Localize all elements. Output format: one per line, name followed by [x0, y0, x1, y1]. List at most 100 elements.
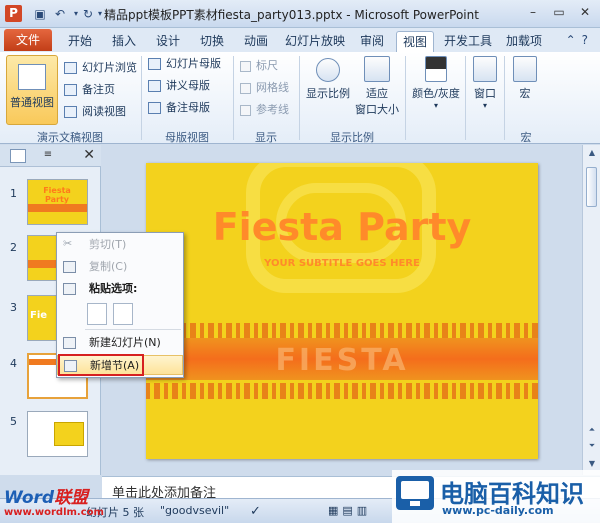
scrollbar-thumb[interactable]: [586, 167, 597, 207]
slide-master-button[interactable]: 幻灯片母版: [146, 56, 221, 72]
title-bar: P ▣ ↶ ▾ ↻ ▾ 精品ppt模板PPT素材fiesta_party013.…: [0, 0, 600, 28]
paste-keep-format-icon[interactable]: [87, 303, 107, 325]
notes-page-button[interactable]: 备注页: [62, 82, 115, 98]
outline-tab-icon[interactable]: ≡: [40, 149, 56, 163]
slide-subtitle[interactable]: YOUR SUBTITLE GOES HERE: [146, 258, 538, 269]
tab-addins[interactable]: 加载项: [502, 31, 546, 52]
ribbon-controls: ⌃?: [566, 33, 594, 47]
window-title: 精品ppt模板PPT素材fiesta_party013.pptx - Micro…: [104, 8, 479, 22]
zoom-button[interactable]: 显示比例: [304, 56, 352, 101]
ruler-checkbox-box: [240, 61, 251, 72]
watermark-wordlm-text: Word联盟: [4, 483, 88, 508]
guides-checkbox[interactable]: 参考线: [240, 102, 289, 118]
slide-master-label: 幻灯片母版: [166, 57, 221, 70]
ribbon: 普通视图 幻灯片浏览 备注页 阅读视图 演示文稿视图 幻灯片母版 讲义母版 备注…: [0, 52, 600, 144]
handout-master-button[interactable]: 讲义母版: [146, 78, 210, 94]
tab-developer[interactable]: 开发工具: [442, 31, 494, 52]
macros-icon: [513, 56, 537, 82]
color-grayscale-button[interactable]: 颜色/灰度 ▾: [408, 56, 464, 110]
minimize-button[interactable]: –: [520, 3, 546, 21]
tab-animations[interactable]: 动画: [238, 31, 274, 52]
copy-icon: [63, 261, 76, 273]
slide-number: 5: [10, 415, 17, 428]
ribbon-separator: [504, 56, 505, 140]
help-icon[interactable]: ?: [582, 33, 594, 47]
window-icon: [473, 56, 497, 82]
close-pane-icon[interactable]: ✕: [83, 147, 95, 163]
menu-item-cut-label: 剪切(T): [89, 238, 127, 251]
reading-view-icon: [64, 106, 77, 118]
normal-view-button[interactable]: 普通视图: [6, 55, 58, 125]
handout-master-label: 讲义母版: [166, 79, 210, 92]
ruler-checkbox[interactable]: 标尺: [240, 58, 278, 74]
magnifier-icon: [316, 58, 340, 82]
window-button[interactable]: 窗口 ▾: [468, 56, 502, 110]
slide-master-icon: [148, 58, 161, 70]
current-slide[interactable]: Fiesta Party YOUR SUBTITLE GOES HERE FIE…: [146, 163, 538, 459]
ribbon-separator: [233, 56, 234, 140]
slide-title[interactable]: Fiesta Party: [146, 205, 538, 249]
vertical-scrollbar[interactable]: ▲ ⏶ ⏷ ▼: [582, 145, 600, 475]
macros-button[interactable]: 宏: [508, 56, 542, 101]
highlight-annotation-box: [58, 354, 144, 376]
slides-tab-icon[interactable]: [10, 149, 26, 163]
view-buttons[interactable]: ▦▤▥: [328, 504, 371, 517]
color-grayscale-icon: [425, 56, 447, 82]
minimize-ribbon-icon[interactable]: ⌃: [566, 33, 582, 47]
scroll-down-icon[interactable]: ▼: [586, 459, 598, 468]
slide-thumbnail-1[interactable]: Fiesta Party: [27, 179, 88, 225]
ruler-label: 标尺: [256, 59, 278, 72]
color-grayscale-label: 颜色/灰度: [412, 87, 460, 100]
powerpoint-icon[interactable]: P: [5, 5, 22, 22]
close-button[interactable]: ✕: [572, 3, 598, 21]
fit-window-icon: [364, 56, 390, 82]
menu-item-new-slide-label: 新建幻灯片(N): [89, 336, 161, 349]
spell-check-icon[interactable]: ✓: [250, 504, 261, 519]
tab-file[interactable]: 文件: [4, 29, 52, 51]
slide-thumbnail-5[interactable]: [27, 411, 88, 457]
menu-item-paste-options: 粘贴选项:: [57, 279, 183, 299]
tab-design[interactable]: 设计: [150, 31, 186, 52]
watermark-pc-daily: 电脑百科知识 www.pc-daily.com: [392, 470, 600, 523]
undo-icon[interactable]: ↶: [52, 6, 68, 22]
maximize-button[interactable]: ▭: [546, 3, 572, 21]
slide-sorter-button[interactable]: 幻灯片浏览: [62, 60, 137, 76]
scroll-up-icon[interactable]: ▲: [586, 148, 598, 157]
fit-window-button[interactable]: 适应 窗口大小: [354, 56, 400, 117]
tab-review[interactable]: 审阅: [354, 31, 390, 52]
tab-view[interactable]: 视图: [396, 31, 434, 52]
next-slide-icon[interactable]: ⏷: [586, 441, 598, 451]
save-icon[interactable]: ▣: [32, 6, 48, 22]
previous-slide-icon[interactable]: ⏶: [586, 425, 598, 435]
guides-checkbox-box: [240, 105, 251, 116]
tab-home[interactable]: 开始: [62, 31, 98, 52]
window-dropdown-icon: ▾: [482, 101, 487, 110]
notes-master-label: 备注母版: [166, 101, 210, 114]
menu-item-cut[interactable]: ✂ 剪切(T): [57, 235, 183, 255]
notes-master-button[interactable]: 备注母版: [146, 100, 210, 116]
gridlines-checkbox[interactable]: 网格线: [240, 80, 289, 96]
pane-header: ≡ ✕: [0, 145, 101, 167]
gridlines-checkbox-box: [240, 83, 251, 94]
reading-view-button[interactable]: 阅读视图: [62, 104, 126, 120]
group-label-zoom: 显示比例: [330, 131, 374, 144]
tab-insert[interactable]: 插入: [106, 31, 142, 52]
thumbnail-title: Fiesta Party: [43, 186, 71, 204]
slide-number: 3: [10, 301, 17, 314]
monitor-stand: [410, 501, 420, 506]
menu-item-copy[interactable]: 复制(C): [57, 257, 183, 277]
menu-item-new-slide[interactable]: 新建幻灯片(N): [57, 333, 183, 353]
zoom-label: 显示比例: [306, 87, 350, 100]
thumbnail-title: Fie: [30, 310, 48, 321]
ribbon-separator: [465, 56, 466, 140]
paste-options-label: 粘贴选项:: [89, 282, 138, 295]
banner-text: FIESTA: [275, 343, 409, 378]
ribbon-separator: [299, 56, 300, 140]
normal-view-icon: [18, 64, 46, 90]
tab-transitions[interactable]: 切换: [194, 31, 230, 52]
tab-slideshow[interactable]: 幻灯片放映: [282, 31, 348, 52]
notes-page-icon: [64, 84, 77, 96]
paste-picture-icon[interactable]: [113, 303, 133, 325]
notes-page-label: 备注页: [82, 83, 115, 96]
monitor-screen: [401, 481, 429, 499]
